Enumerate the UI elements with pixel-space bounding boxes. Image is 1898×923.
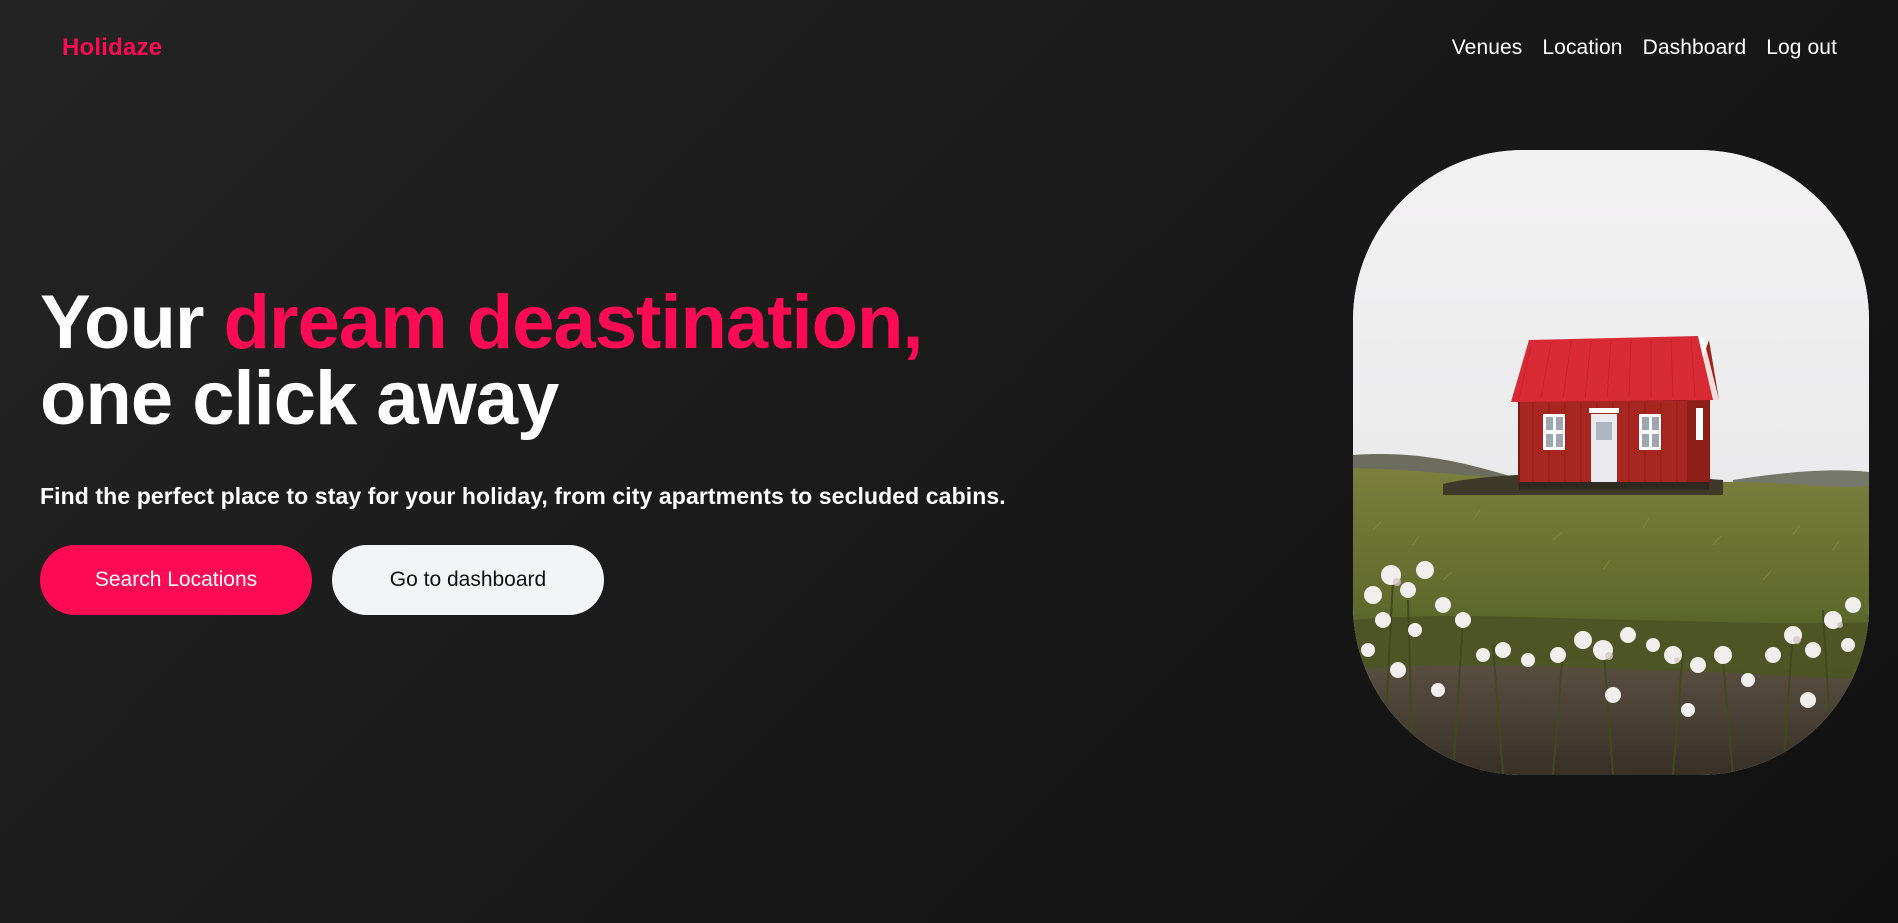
hero-headline: Your dream deastination, one click away: [40, 285, 1100, 437]
site-header: Holidaze Venues Location Dashboard Log o…: [0, 0, 1898, 100]
search-locations-button[interactable]: Search Locations: [40, 545, 312, 615]
hero-subtitle: Find the perfect place to stay for your …: [40, 483, 1006, 509]
hero-section: Your dream deastination, one click away …: [40, 285, 1100, 615]
hero-image-red-cabin: [1353, 150, 1869, 775]
headline-prefix: Your: [40, 280, 224, 365]
headline-accent: dream deastination,: [223, 280, 924, 365]
go-to-dashboard-button[interactable]: Go to dashboard: [332, 545, 604, 615]
logo[interactable]: Holidaze: [62, 34, 162, 62]
nav-item-dashboard[interactable]: Dashboard: [1643, 36, 1747, 60]
red-cabin-illustration: [1353, 150, 1869, 775]
cta-row: Search Locations Go to dashboard: [40, 545, 1100, 615]
nav-item-venues[interactable]: Venues: [1452, 36, 1523, 60]
nav-item-location[interactable]: Location: [1542, 36, 1622, 60]
headline-line2: one click away: [40, 356, 559, 441]
nav-item-logout[interactable]: Log out: [1766, 36, 1837, 60]
main-nav: Venues Location Dashboard Log out: [1452, 36, 1837, 60]
